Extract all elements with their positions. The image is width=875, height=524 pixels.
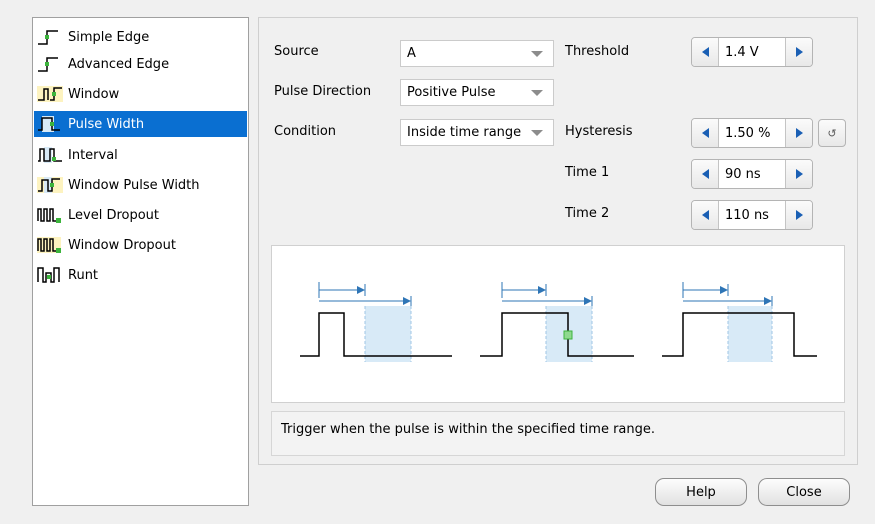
close-button[interactable]: Close [758,478,850,506]
increment-button[interactable] [785,119,812,147]
sidebar-item-window-pulse-width[interactable]: Window Pulse Width [34,172,247,198]
chevron-down-icon [531,129,543,136]
pulse-direction-label: Pulse Direction [274,84,372,99]
increment-button[interactable] [785,201,812,229]
decrement-button[interactable] [692,38,719,66]
hysteresis-stepper[interactable]: 1.50 % [691,118,813,148]
chevron-down-icon [531,89,543,96]
window-pulse-width-icon [37,177,63,193]
sidebar-item-runt[interactable]: Runt [34,262,247,288]
condition-label: Condition [274,124,337,139]
sidebar-item-label: Interval [68,147,118,163]
arrow-left-icon [701,128,709,138]
time2-stepper[interactable]: 110 ns [691,200,813,230]
increment-button[interactable] [785,160,812,188]
time2-label: Time 2 [565,206,610,221]
sidebar-item-window[interactable]: Window [34,81,247,107]
sidebar-item-label: Window [68,86,120,102]
condition-select[interactable]: Inside time range [400,119,554,146]
diagram-pulse-in-range [480,282,634,362]
sidebar-item-interval[interactable]: Interval [34,142,247,168]
decrement-button[interactable] [692,160,719,188]
chevron-down-icon [531,50,543,57]
window-dropout-icon [37,237,61,253]
increment-button[interactable] [785,38,812,66]
time2-value[interactable]: 110 ns [719,201,785,229]
source-value: A [407,46,416,61]
arrow-right-icon [795,169,803,179]
time1-stepper[interactable]: 90 ns [691,159,813,189]
source-select[interactable]: A [400,40,554,67]
reset-button[interactable]: ↺ [818,119,846,147]
sidebar-item-label: Advanced Edge [68,56,170,72]
arrow-right-icon [795,128,803,138]
arrow-left-icon [701,47,709,57]
sidebar-item-simple-edge[interactable]: Simple Edge [34,24,247,50]
sidebar-item-window-dropout[interactable]: Window Dropout [34,232,247,258]
trigger-description: Trigger when the pulse is within the spe… [271,411,845,456]
decrement-button[interactable] [692,201,719,229]
trigger-point-marker [563,330,573,340]
trigger-type-list[interactable]: Simple Edge Advanced Edge Window Pulse W… [32,17,249,506]
sidebar-item-pulse-width[interactable]: Pulse Width [34,111,247,137]
help-button[interactable]: Help [655,478,747,506]
arrow-right-icon [795,210,803,220]
window-icon [37,86,63,102]
pulse-direction-value: Positive Pulse [407,85,496,100]
sidebar-item-label: Window Pulse Width [68,177,200,193]
pulse-direction-select[interactable]: Positive Pulse [400,79,554,106]
threshold-stepper[interactable]: 1.4 V [691,37,813,67]
sidebar-item-label: Window Dropout [68,237,176,253]
condition-value: Inside time range [407,125,522,140]
arrow-left-icon [701,210,709,220]
level-dropout-icon [37,208,61,223]
arrow-left-icon [701,169,709,179]
runt-icon [37,267,60,283]
trigger-settings-panel: Source A Pulse Direction Positive Pulse … [258,17,858,465]
source-label: Source [274,44,319,59]
threshold-value[interactable]: 1.4 V [719,38,785,66]
sidebar-item-label: Runt [68,267,99,283]
time1-label: Time 1 [565,165,610,180]
diagram-pulse-too-short [300,282,452,362]
time1-value[interactable]: 90 ns [719,160,785,188]
trigger-diagram [271,245,845,403]
decrement-button[interactable] [692,119,719,147]
sidebar-item-level-dropout[interactable]: Level Dropout [34,202,247,228]
pulse-width-illustration [300,282,817,362]
advanced-edge-icon [38,57,58,72]
help-button-label: Help [686,484,716,500]
close-button-label: Close [786,484,822,500]
sidebar-item-advanced-edge[interactable]: Advanced Edge [34,51,247,77]
interval-icon [38,147,62,163]
sidebar-item-label: Pulse Width [68,116,145,132]
simple-edge-icon [38,30,58,45]
hysteresis-value[interactable]: 1.50 % [719,119,785,147]
diagram-pulse-too-long [662,282,817,362]
reset-icon: ↺ [827,126,837,140]
threshold-label: Threshold [565,44,630,59]
hysteresis-label: Hysteresis [565,124,633,139]
sidebar-item-label: Simple Edge [68,29,150,45]
arrow-right-icon [795,47,803,57]
pulse-width-icon [38,116,60,132]
sidebar-item-label: Level Dropout [68,207,160,223]
